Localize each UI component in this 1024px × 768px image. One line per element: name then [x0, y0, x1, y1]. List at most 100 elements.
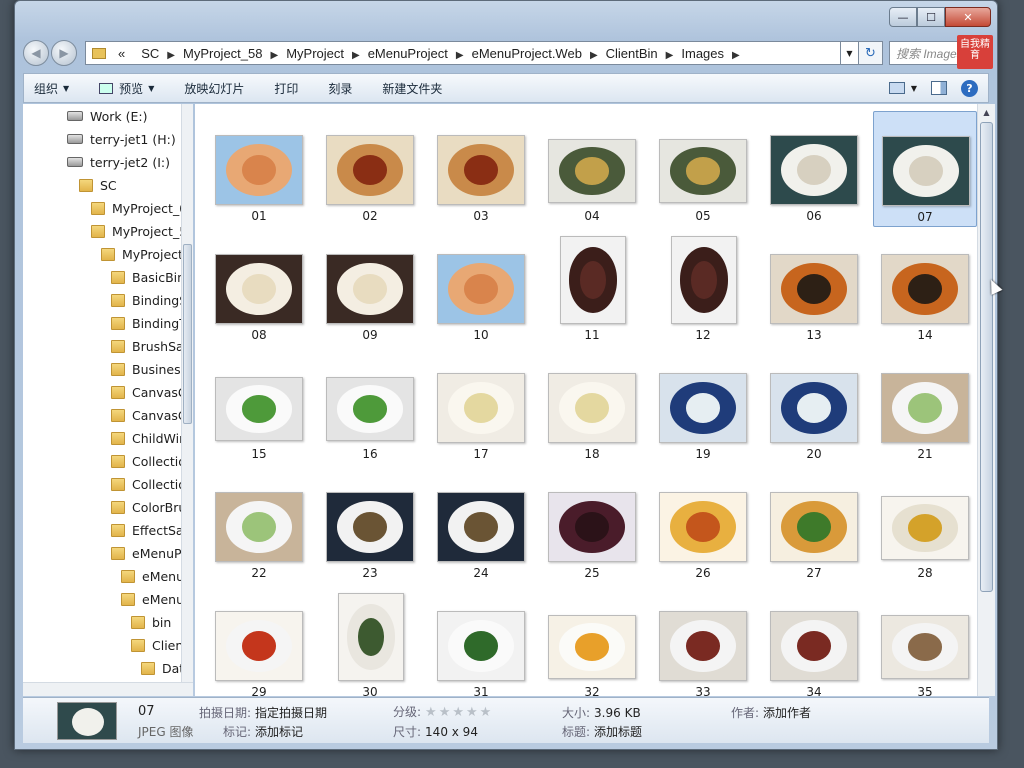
breadcrumb-separator-icon[interactable]: ▶ — [666, 50, 674, 61]
file-tile[interactable]: 20 — [762, 349, 866, 465]
rating-stars-icon[interactable]: ★★★★★ — [425, 705, 493, 720]
breadcrumb-item[interactable]: eMenuProject.Web — [472, 46, 582, 61]
breadcrumb-separator-icon[interactable]: ▶ — [590, 50, 598, 61]
breadcrumb-item[interactable]: ClientBin — [606, 46, 658, 61]
refresh-button[interactable]: ↻ — [859, 41, 883, 65]
nav-tree-item[interactable]: MyProject — [101, 243, 183, 265]
file-tile[interactable]: 35 — [873, 587, 977, 696]
preview-menu[interactable]: 预览 ▼ — [99, 80, 154, 97]
breadcrumb-separator-icon[interactable]: ▶ — [270, 50, 278, 61]
file-tile[interactable]: 29 — [207, 587, 311, 696]
nav-tree-item[interactable]: Work (E:) — [67, 105, 148, 127]
file-tile[interactable]: 22 — [207, 468, 311, 584]
tags[interactable]: 标记: 添加标记 — [223, 723, 303, 740]
file-tile[interactable]: 25 — [540, 468, 644, 584]
file-tile[interactable]: 03 — [429, 111, 533, 227]
breadcrumb-overflow[interactable]: « — [118, 46, 125, 61]
file-tile[interactable]: 16 — [318, 349, 422, 465]
nav-tree-item[interactable]: Clien — [131, 634, 183, 656]
title[interactable]: 标题: 添加标题 — [562, 723, 642, 740]
file-tile[interactable]: 10 — [429, 230, 533, 346]
breadcrumb-separator-icon[interactable]: ▶ — [352, 50, 360, 61]
content-scrollbar-thumb[interactable] — [980, 122, 993, 592]
nav-tree-item[interactable]: eMenu — [121, 565, 184, 587]
nav-tree-item[interactable]: bin — [131, 611, 171, 633]
file-tile[interactable]: 24 — [429, 468, 533, 584]
file-tile[interactable]: 11 — [540, 230, 644, 346]
file-tile[interactable]: 28 — [873, 468, 977, 584]
preview-pane-icon[interactable] — [931, 81, 947, 95]
nav-horizontal-scrollbar[interactable] — [23, 682, 193, 696]
nav-tree-item[interactable]: Collectio — [111, 473, 186, 495]
nav-tree-item[interactable]: eMenuPr — [111, 542, 186, 564]
nav-tree-item[interactable]: BrushSar — [111, 335, 189, 357]
help-icon[interactable]: ? — [961, 79, 978, 97]
forward-button[interactable]: ▶ — [51, 40, 77, 66]
file-tile[interactable]: 07 — [873, 111, 977, 227]
nav-tree-item[interactable]: Business — [111, 358, 187, 380]
nav-tree-item[interactable]: ColorBru — [111, 496, 186, 518]
file-tile[interactable]: 19 — [651, 349, 755, 465]
file-tile[interactable]: 13 — [762, 230, 866, 346]
nav-tree-item[interactable]: MyProject_0 — [91, 197, 187, 219]
close-button[interactable]: ✕ — [945, 7, 991, 27]
organize-menu[interactable]: 组织 ▼ — [34, 80, 69, 97]
file-tile[interactable]: 09 — [318, 230, 422, 346]
nav-tree-item[interactable]: CanvasG — [111, 381, 188, 403]
nav-tree-item[interactable]: EffectSar — [111, 519, 189, 541]
nav-tree-item[interactable]: BasicBin — [111, 266, 185, 288]
nav-tree-item[interactable]: BindingT — [111, 312, 187, 334]
date-taken[interactable]: 拍摄日期: 指定拍摄日期 — [199, 704, 327, 721]
file-tile[interactable]: 30 — [318, 587, 422, 696]
nav-tree-item[interactable]: terry-jet2 (I:) — [67, 151, 170, 173]
breadcrumb-separator-icon[interactable]: ▶ — [167, 50, 175, 61]
new-folder-button[interactable]: 新建文件夹 — [382, 80, 442, 97]
change-view-button[interactable]: ▼ — [888, 82, 917, 94]
file-tile[interactable]: 33 — [651, 587, 755, 696]
file-tile[interactable]: 18 — [540, 349, 644, 465]
back-button[interactable]: ◀ — [23, 40, 49, 66]
file-tile[interactable]: 02 — [318, 111, 422, 227]
nav-tree-item[interactable]: Dat — [141, 657, 184, 679]
address-history-dropdown[interactable]: ▼ — [841, 41, 859, 65]
file-tile[interactable]: 32 — [540, 587, 644, 696]
breadcrumb-separator-icon[interactable]: ▶ — [456, 50, 464, 61]
file-tile[interactable]: 26 — [651, 468, 755, 584]
print-button[interactable]: 打印 — [274, 80, 298, 97]
file-tile[interactable]: 27 — [762, 468, 866, 584]
breadcrumb-separator-icon[interactable]: ▶ — [732, 50, 740, 61]
breadcrumb-item[interactable]: eMenuProject — [368, 46, 448, 61]
file-tile[interactable]: 34 — [762, 587, 866, 696]
file-tile[interactable]: 15 — [207, 349, 311, 465]
nav-tree-item[interactable]: terry-jet1 (H:) — [67, 128, 176, 150]
file-tile[interactable]: 08 — [207, 230, 311, 346]
file-tile[interactable]: 21 — [873, 349, 977, 465]
breadcrumb-item[interactable]: Images — [681, 46, 724, 61]
file-tile[interactable]: 14 — [873, 230, 977, 346]
file-tile[interactable]: 17 — [429, 349, 533, 465]
file-tile[interactable]: 31 — [429, 587, 533, 696]
author[interactable]: 作者: 添加作者 — [731, 704, 811, 721]
breadcrumb-item[interactable]: MyProject — [286, 46, 344, 61]
minimize-button[interactable]: — — [889, 7, 917, 27]
burn-button[interactable]: 刻录 — [328, 80, 352, 97]
maximize-button[interactable]: ☐ — [917, 7, 945, 27]
content-scrollbar[interactable]: ▲ — [977, 104, 995, 696]
scroll-up-icon[interactable]: ▲ — [978, 104, 995, 120]
nav-tree-item[interactable]: ChildWir — [111, 427, 184, 449]
nav-tree-item[interactable]: CanvasG — [111, 404, 188, 426]
slideshow-button[interactable]: 放映幻灯片 — [184, 80, 244, 97]
nav-tree-item[interactable]: SC — [79, 174, 117, 196]
breadcrumb-item[interactable]: SC — [141, 46, 159, 61]
nav-tree-item[interactable]: BindingS — [111, 289, 187, 311]
rating[interactable]: 分级: ★★★★★ — [393, 703, 493, 720]
file-tile[interactable]: 12 — [651, 230, 755, 346]
breadcrumb-item[interactable]: MyProject_58 — [183, 46, 262, 61]
file-tile[interactable]: 04 — [540, 111, 644, 227]
nav-tree-item[interactable]: MyProject_5 — [91, 220, 187, 242]
nav-tree-item[interactable]: eMenu — [121, 588, 184, 610]
address-bar[interactable]: « SC ▶ MyProject_58 ▶ MyProject ▶ eMenuProject… — [85, 41, 841, 65]
file-tile[interactable]: 01 — [207, 111, 311, 227]
nav-scrollbar-thumb[interactable] — [183, 244, 192, 424]
file-tile[interactable]: 06 — [762, 111, 866, 227]
